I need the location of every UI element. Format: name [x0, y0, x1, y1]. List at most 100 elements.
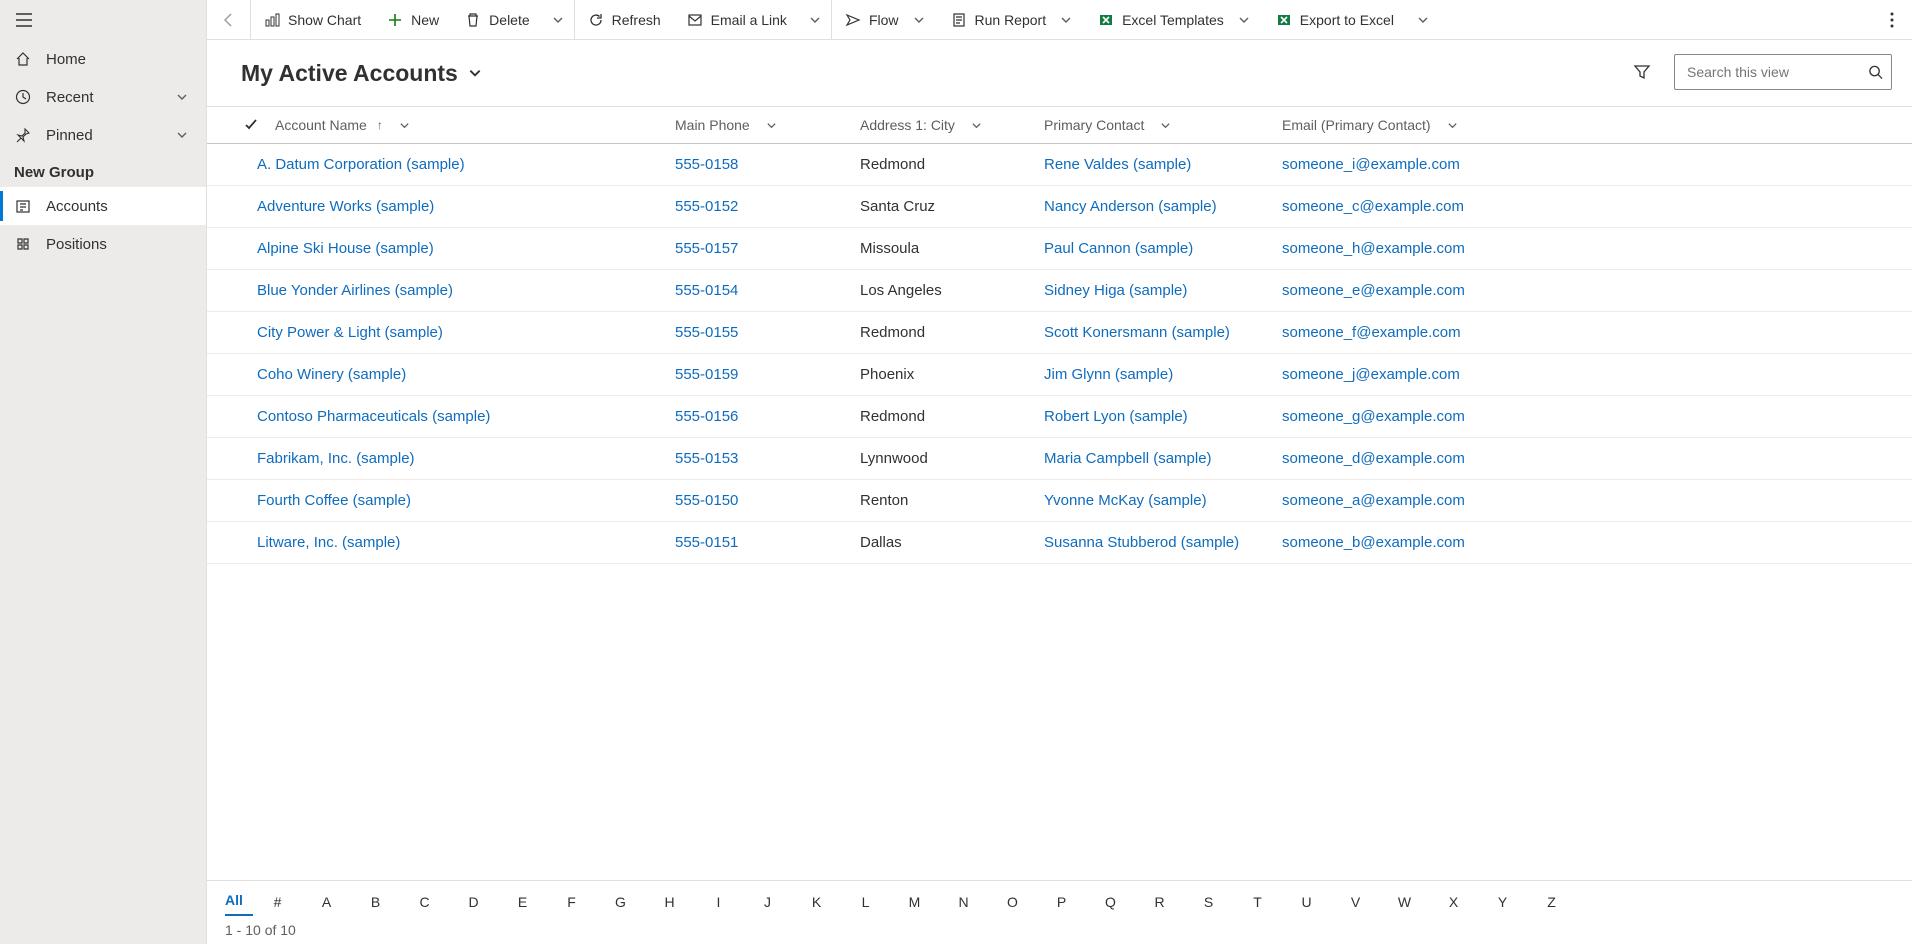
contact-link[interactable]: Scott Konersmann (sample): [1044, 324, 1230, 341]
new-button[interactable]: New: [374, 0, 452, 40]
alpha-filter-i[interactable]: I: [694, 894, 743, 916]
sidebar-item-positions[interactable]: Positions: [0, 225, 206, 263]
alpha-filter-#[interactable]: #: [253, 894, 302, 916]
alpha-filter-s[interactable]: S: [1184, 894, 1233, 916]
contact-link[interactable]: Robert Lyon (sample): [1044, 408, 1188, 425]
column-header-primary-contact[interactable]: Primary Contact: [1044, 117, 1282, 133]
contact-link[interactable]: Susanna Stubberod (sample): [1044, 534, 1239, 551]
contact-link[interactable]: Yvonne McKay (sample): [1044, 492, 1207, 509]
contact-link[interactable]: Nancy Anderson (sample): [1044, 198, 1217, 215]
alpha-filter-f[interactable]: F: [547, 894, 596, 916]
email-link[interactable]: someone_f@example.com: [1282, 324, 1461, 341]
alpha-filter-z[interactable]: Z: [1527, 894, 1576, 916]
sidebar-item-home[interactable]: Home: [0, 40, 206, 78]
account-name-link[interactable]: City Power & Light (sample): [257, 324, 443, 341]
phone-link[interactable]: 555-0152: [675, 198, 738, 215]
alpha-filter-t[interactable]: T: [1233, 894, 1282, 916]
table-row[interactable]: Fabrikam, Inc. (sample)555-0153LynnwoodM…: [207, 438, 1912, 480]
account-name-link[interactable]: Blue Yonder Airlines (sample): [257, 282, 453, 299]
phone-link[interactable]: 555-0157: [675, 240, 738, 257]
table-row[interactable]: Blue Yonder Airlines (sample)555-0154Los…: [207, 270, 1912, 312]
alpha-filter-p[interactable]: P: [1037, 894, 1086, 916]
column-header-main-phone[interactable]: Main Phone: [675, 117, 860, 133]
more-commands-button[interactable]: [1872, 0, 1912, 40]
alpha-filter-d[interactable]: D: [449, 894, 498, 916]
show-chart-button[interactable]: Show Chart: [251, 0, 374, 40]
hamburger-button[interactable]: [0, 0, 48, 40]
view-selector[interactable]: My Active Accounts: [241, 60, 482, 87]
contact-link[interactable]: Sidney Higa (sample): [1044, 282, 1187, 299]
table-row[interactable]: Alpine Ski House (sample)555-0157Missoul…: [207, 228, 1912, 270]
contact-link[interactable]: Rene Valdes (sample): [1044, 156, 1191, 173]
phone-link[interactable]: 555-0150: [675, 492, 738, 509]
table-row[interactable]: Coho Winery (sample)555-0159PhoenixJim G…: [207, 354, 1912, 396]
account-name-link[interactable]: Coho Winery (sample): [257, 366, 406, 383]
alpha-filter-h[interactable]: H: [645, 894, 694, 916]
export-excel-split-button[interactable]: [1407, 0, 1439, 40]
alpha-filter-g[interactable]: G: [596, 894, 645, 916]
contact-link[interactable]: Paul Cannon (sample): [1044, 240, 1193, 257]
phone-link[interactable]: 555-0155: [675, 324, 738, 341]
email-link[interactable]: someone_e@example.com: [1282, 282, 1465, 299]
column-header-city[interactable]: Address 1: City: [860, 117, 1044, 133]
alpha-filter-b[interactable]: B: [351, 894, 400, 916]
alpha-filter-o[interactable]: O: [988, 894, 1037, 916]
alpha-filter-k[interactable]: K: [792, 894, 841, 916]
account-name-link[interactable]: Contoso Pharmaceuticals (sample): [257, 408, 490, 425]
contact-link[interactable]: Maria Campbell (sample): [1044, 450, 1212, 467]
delete-button[interactable]: Delete: [452, 0, 542, 40]
alpha-filter-u[interactable]: U: [1282, 894, 1331, 916]
alpha-filter-w[interactable]: W: [1380, 894, 1429, 916]
back-button[interactable]: [207, 0, 251, 40]
table-row[interactable]: Adventure Works (sample)555-0152Santa Cr…: [207, 186, 1912, 228]
alpha-filter-j[interactable]: J: [743, 894, 792, 916]
email-link[interactable]: someone_d@example.com: [1282, 450, 1465, 467]
filter-button[interactable]: [1624, 54, 1660, 90]
flow-button[interactable]: Flow: [832, 0, 938, 40]
phone-link[interactable]: 555-0153: [675, 450, 738, 467]
account-name-link[interactable]: A. Datum Corporation (sample): [257, 156, 465, 173]
phone-link[interactable]: 555-0151: [675, 534, 738, 551]
alpha-filter-x[interactable]: X: [1429, 894, 1478, 916]
email-link[interactable]: someone_j@example.com: [1282, 366, 1460, 383]
column-header-account-name[interactable]: Account Name ↑: [275, 117, 675, 133]
email-link[interactable]: someone_c@example.com: [1282, 198, 1464, 215]
account-name-link[interactable]: Adventure Works (sample): [257, 198, 434, 215]
email-link[interactable]: someone_a@example.com: [1282, 492, 1465, 509]
alpha-filter-e[interactable]: E: [498, 894, 547, 916]
delete-split-button[interactable]: [543, 0, 575, 40]
sidebar-item-pinned[interactable]: Pinned: [0, 116, 206, 154]
email-link[interactable]: someone_g@example.com: [1282, 408, 1465, 425]
phone-link[interactable]: 555-0154: [675, 282, 738, 299]
phone-link[interactable]: 555-0159: [675, 366, 738, 383]
table-row[interactable]: City Power & Light (sample)555-0155Redmo…: [207, 312, 1912, 354]
account-name-link[interactable]: Fabrikam, Inc. (sample): [257, 450, 415, 467]
column-header-email[interactable]: Email (Primary Contact): [1282, 117, 1682, 133]
excel-templates-button[interactable]: Excel Templates: [1085, 0, 1263, 40]
table-row[interactable]: A. Datum Corporation (sample)555-0158Red…: [207, 144, 1912, 186]
table-row[interactable]: Litware, Inc. (sample)555-0151DallasSusa…: [207, 522, 1912, 564]
table-row[interactable]: Fourth Coffee (sample)555-0150RentonYvon…: [207, 480, 1912, 522]
email-link-button[interactable]: Email a Link: [674, 0, 800, 40]
account-name-link[interactable]: Litware, Inc. (sample): [257, 534, 400, 551]
account-name-link[interactable]: Alpine Ski House (sample): [257, 240, 434, 257]
email-link[interactable]: someone_b@example.com: [1282, 534, 1465, 551]
search-box[interactable]: [1674, 54, 1892, 90]
email-link[interactable]: someone_h@example.com: [1282, 240, 1465, 257]
alpha-filter-q[interactable]: Q: [1086, 894, 1135, 916]
email-link[interactable]: someone_i@example.com: [1282, 156, 1460, 173]
refresh-button[interactable]: Refresh: [575, 0, 674, 40]
account-name-link[interactable]: Fourth Coffee (sample): [257, 492, 411, 509]
alpha-filter-c[interactable]: C: [400, 894, 449, 916]
alpha-filter-v[interactable]: V: [1331, 894, 1380, 916]
phone-link[interactable]: 555-0156: [675, 408, 738, 425]
alpha-filter-m[interactable]: M: [890, 894, 939, 916]
alpha-filter-all[interactable]: All: [225, 892, 253, 916]
alpha-filter-r[interactable]: R: [1135, 894, 1184, 916]
phone-link[interactable]: 555-0158: [675, 156, 738, 173]
alpha-filter-l[interactable]: L: [841, 894, 890, 916]
select-all-checkbox[interactable]: [227, 118, 275, 132]
email-link-split-button[interactable]: [800, 0, 832, 40]
sidebar-item-recent[interactable]: Recent: [0, 78, 206, 116]
alpha-filter-a[interactable]: A: [302, 894, 351, 916]
